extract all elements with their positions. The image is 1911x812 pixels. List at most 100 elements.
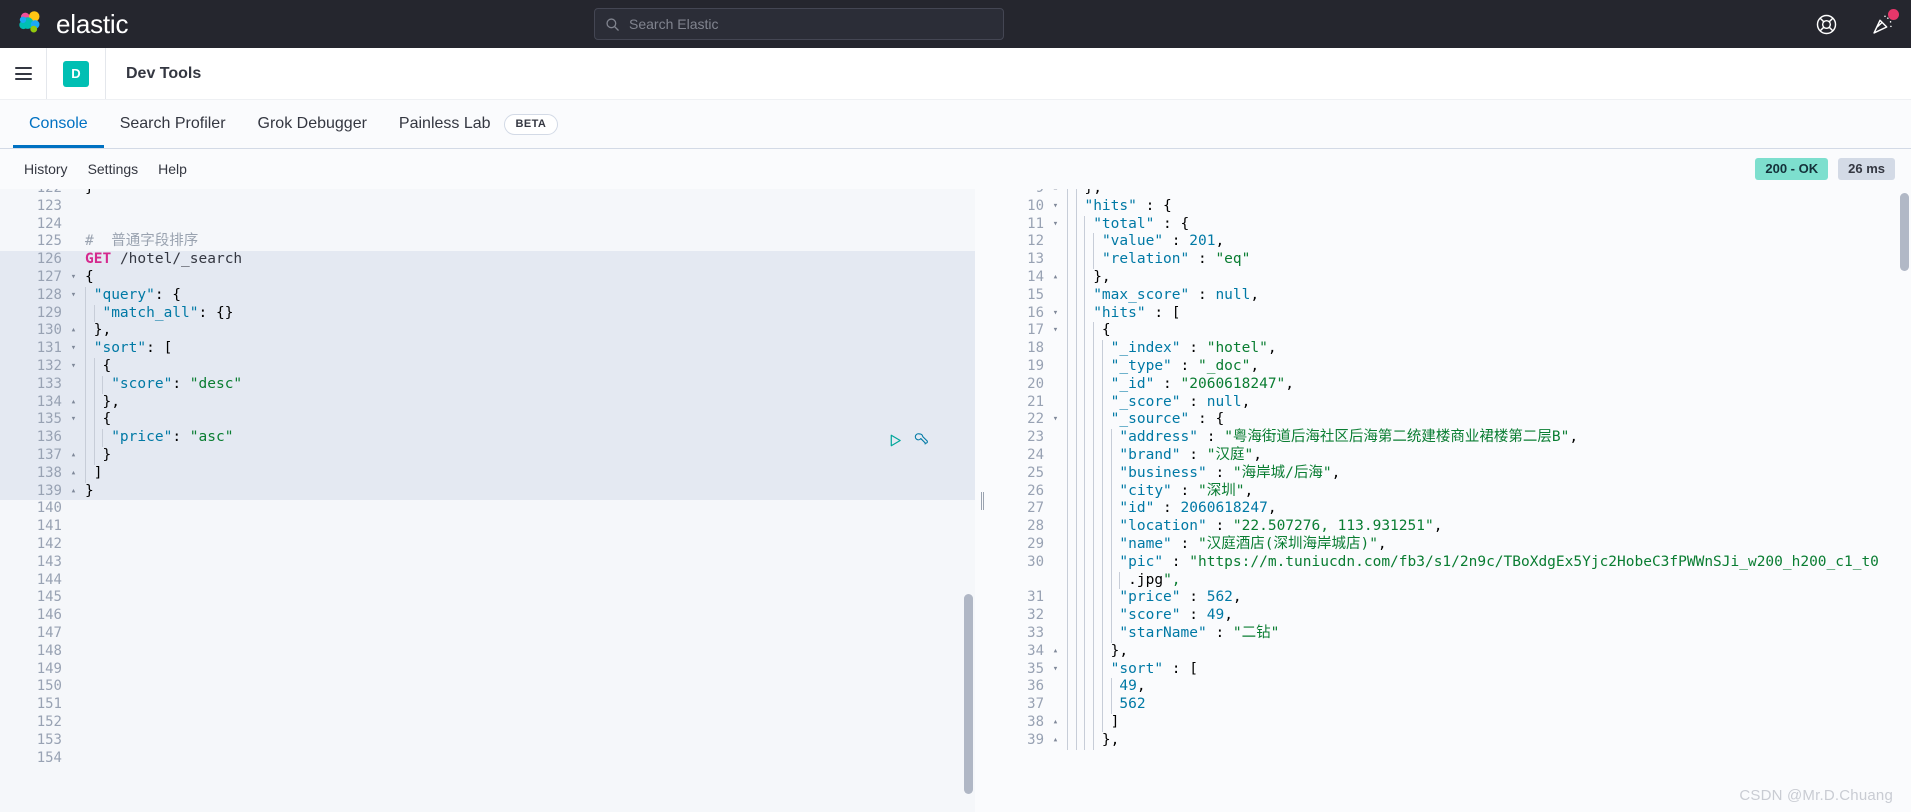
- history-button[interactable]: History: [14, 161, 78, 177]
- line-number: 127: [36, 268, 62, 285]
- line-number: 135: [36, 411, 62, 428]
- line-number: 146: [36, 607, 62, 624]
- fold-toggle-icon[interactable]: ▾: [66, 411, 81, 429]
- code-text: "hits" : [: [1063, 304, 1911, 323]
- code-line: 23 "address" : "粤海街道后海社区后海第二统建楼商业裙楼第二层B"…: [990, 429, 1911, 447]
- code-line: 152: [0, 714, 975, 732]
- code-text: "score": "desc": [81, 375, 975, 394]
- line-number: 30: [1027, 553, 1044, 570]
- code-text: },: [81, 393, 975, 412]
- tab-painless-lab[interactable]: Painless Lab BETA: [383, 100, 574, 148]
- code-text: "_id" : "2060618247",: [1063, 375, 1911, 394]
- code-line: 124: [0, 216, 975, 234]
- code-line: 153: [0, 732, 975, 750]
- code-line: 13 "relation" : "eq": [990, 251, 1911, 269]
- code-text: {: [85, 268, 94, 285]
- fold-toggle-icon[interactable]: ▾: [66, 287, 81, 305]
- tab-search-profiler[interactable]: Search Profiler: [104, 100, 242, 148]
- line-number: 123: [36, 197, 62, 214]
- code-line: 20 "_id" : "2060618247",: [990, 375, 1911, 394]
- code-text: "value" : 201,: [1063, 233, 1911, 252]
- line-number: 128: [36, 286, 62, 303]
- tab-search-profiler-label: Search Profiler: [119, 115, 226, 132]
- page-title[interactable]: Dev Tools: [126, 65, 201, 83]
- fold-toggle-icon[interactable]: ▾: [1048, 411, 1063, 429]
- line-number: 130: [36, 322, 62, 339]
- line-number: 15: [1027, 286, 1044, 303]
- fold-toggle-icon[interactable]: ▾: [1048, 216, 1063, 234]
- code-line: 33 "starName" : "二钻": [990, 624, 1911, 643]
- code-line: 149: [0, 661, 975, 679]
- line-number: 132: [36, 357, 62, 374]
- code-line: 136 "price": "asc": [0, 429, 975, 447]
- code-text: "_source" : {: [1063, 411, 1911, 430]
- code-line: 19 "_type" : "_doc",: [990, 357, 1911, 376]
- fold-toggle-icon[interactable]: ▴: [1048, 643, 1063, 661]
- fold-toggle-icon[interactable]: ▾: [66, 340, 81, 358]
- wrench-settings-icon[interactable]: [913, 432, 929, 453]
- fold-toggle-icon[interactable]: ▾: [66, 358, 81, 376]
- code-text: 562: [1063, 696, 1911, 714]
- fold-toggle-icon[interactable]: ▾: [66, 269, 81, 287]
- fold-toggle-icon[interactable]: ▴: [1048, 269, 1063, 287]
- code-text: "business" : "海岸城/后海",: [1063, 464, 1911, 483]
- request-scrollbar[interactable]: [964, 594, 973, 794]
- fold-toggle-icon[interactable]: ▴: [66, 465, 81, 483]
- console-panels: 122}123124125# 普通字段排序126GET /hotel/_sear…: [0, 189, 1911, 812]
- hamburger-menu-icon[interactable]: [0, 48, 46, 99]
- code-line: 35 ▾ "sort" : [: [990, 660, 1911, 679]
- pane-resize-handle[interactable]: [975, 189, 990, 812]
- fold-toggle-icon[interactable]: ▴: [66, 322, 81, 340]
- code-line: 26 "city" : "深圳",: [990, 482, 1911, 501]
- fold-toggle-icon[interactable]: ▴: [1048, 732, 1063, 750]
- fold-toggle-icon[interactable]: ▴: [1048, 714, 1063, 732]
- lifebuoy-help-icon[interactable]: [1813, 11, 1839, 37]
- fold-toggle-icon[interactable]: ▾: [1048, 198, 1063, 216]
- fold-toggle-icon[interactable]: ▴: [66, 447, 81, 465]
- fold-toggle-icon[interactable]: ▴: [66, 483, 81, 501]
- request-editor-pane[interactable]: 122}123124125# 普通字段排序126GET /hotel/_sear…: [0, 189, 975, 812]
- line-number: 34: [1027, 642, 1044, 659]
- play-run-request-icon[interactable]: [888, 433, 903, 453]
- code-text: "_score" : null,: [1063, 393, 1911, 412]
- fold-toggle-icon[interactable]: ▴: [66, 394, 81, 412]
- tab-console[interactable]: Console: [13, 100, 104, 148]
- space-avatar[interactable]: D: [63, 60, 89, 87]
- request-editor[interactable]: 122}123124125# 普通字段排序126GET /hotel/_sear…: [0, 189, 975, 803]
- line-number: 9: [990, 189, 1048, 198]
- fold-toggle-icon[interactable]: ▾: [1048, 305, 1063, 323]
- line-number: 142: [36, 535, 62, 552]
- settings-button[interactable]: Settings: [78, 161, 149, 177]
- code-line: 12 "value" : 201,: [990, 233, 1911, 252]
- code-line: 37 562: [990, 696, 1911, 714]
- code-text: {: [1063, 322, 1911, 341]
- fold-toggle-icon[interactable]: ▴: [1048, 189, 1063, 198]
- brand-home-link[interactable]: elastic: [0, 9, 128, 39]
- confetti-celebration-icon[interactable]: [1869, 9, 1899, 37]
- response-scrollbar[interactable]: [1900, 193, 1909, 271]
- global-search-input[interactable]: Search Elastic: [594, 8, 1004, 40]
- code-line: 133 "score": "desc": [0, 375, 975, 394]
- response-viewer-pane[interactable]: 9▴ },10▾ "hits" : {11▾ "total" : {12 "va…: [990, 189, 1911, 812]
- fold-toggle-icon[interactable]: ▾: [1048, 661, 1063, 679]
- tab-grok-debugger[interactable]: Grok Debugger: [242, 100, 383, 148]
- fold-toggle-icon[interactable]: ▾: [1048, 322, 1063, 340]
- help-button[interactable]: Help: [148, 161, 197, 177]
- line-number: 28: [1027, 518, 1044, 535]
- code-line: 137 ▴ }: [0, 446, 975, 465]
